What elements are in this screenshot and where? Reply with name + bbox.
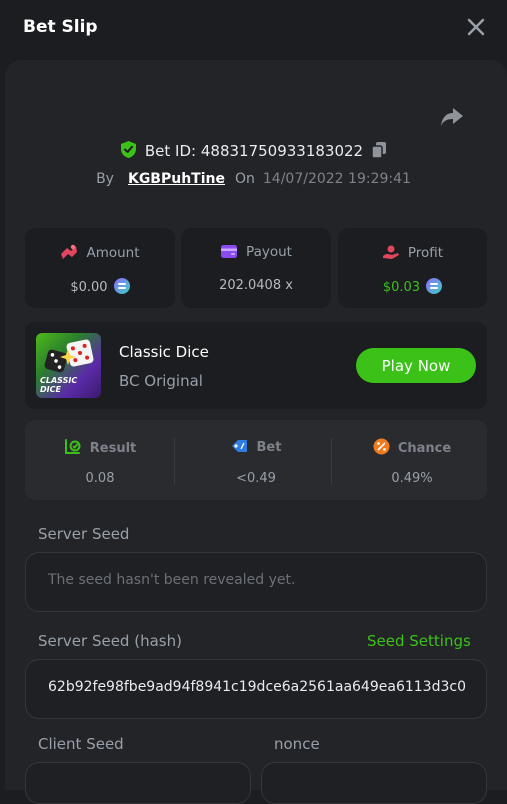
close-icon[interactable] [465, 16, 487, 38]
result-column: Result 0.08 [25, 420, 175, 500]
bet-column: Bet <0.49 [181, 420, 331, 500]
payout-label: Payout [181, 244, 331, 260]
game-provider: BC Original [119, 372, 203, 390]
username-link[interactable]: KGBPuhTine [128, 171, 225, 187]
divider [331, 438, 332, 484]
bet-id-row: Bet ID: 4883175093318302​2 [0, 140, 507, 160]
share-icon[interactable] [438, 105, 466, 129]
bet-date: 14/07/2022 19:29:41 [262, 171, 411, 187]
nonce-field[interactable] [261, 762, 487, 804]
server-seed-hash-value: 62b92fe98fbe9ad94f8941c19dce6a2561aa649e… [48, 679, 466, 695]
play-now-button[interactable]: Play Now [356, 348, 476, 383]
payout-value: 202.0408 x [219, 278, 293, 293]
bet-id-text: Bet ID: 4883175093318302​2 [144, 142, 364, 160]
profit-value: $0.03 [338, 278, 487, 295]
client-seed-label: Client Seed [38, 735, 124, 753]
bet-author-row: By KGBPuhTine On 14/07/2022 19:29:41 [0, 169, 507, 189]
bet-value: <0.49 [236, 471, 276, 486]
server-seed-field[interactable]: The seed hasn't been revealed yet. [25, 552, 487, 612]
profit-icon [382, 245, 399, 259]
result-value: 0.08 [85, 471, 115, 486]
server-seed-value: The seed hasn't been revealed yet. [48, 572, 296, 588]
payout-card: Payout 202.0408 x [181, 228, 331, 308]
thumb-text: CLASSIC DICE [40, 376, 78, 394]
game-card: CLASSIC DICE Classic Dice BC Original Pl… [25, 322, 487, 409]
server-seed-hash-label: Server Seed (hash) [38, 632, 182, 650]
nonce-label: nonce [274, 735, 320, 753]
amount-icon [61, 244, 78, 259]
result-card: Result 0.08 Bet <0.49 Chance 0.49% [25, 420, 487, 500]
amount-value: $0.00 [25, 278, 175, 295]
profit-label: Profit [338, 244, 487, 261]
client-seed-field[interactable] [25, 762, 251, 804]
bet-slip-title: Bet Slip [23, 17, 98, 37]
amount-card: Amount $0.00 [25, 228, 175, 308]
bet-tag-icon [231, 440, 247, 452]
chance-column: Chance 0.49% [337, 420, 487, 500]
profit-card: Profit $0.03 [338, 228, 487, 308]
by-label: By [96, 171, 114, 187]
server-seed-label: Server Seed [38, 525, 130, 543]
game-name: Classic Dice [119, 343, 209, 361]
result-label: Result [25, 438, 175, 456]
bet-label: Bet [181, 438, 331, 455]
server-seed-hash-field[interactable]: 62b92fe98fbe9ad94f8941c19dce6a2561aa649e… [25, 659, 487, 719]
wallet-icon [221, 245, 238, 258]
seed-settings-link[interactable]: Seed Settings [367, 632, 471, 650]
sol-coin-icon [426, 278, 443, 294]
amount-label: Amount [25, 244, 175, 261]
on-label: On [234, 171, 255, 187]
bet-slip-header: Bet Slip [0, 0, 507, 56]
shield-check-icon [120, 140, 137, 164]
chance-value: 0.49% [391, 471, 433, 486]
result-check-icon [64, 439, 81, 454]
divider [174, 438, 175, 484]
percent-icon [373, 438, 390, 455]
classic-dice-thumbnail[interactable]: CLASSIC DICE [36, 333, 101, 398]
copy-icon[interactable] [371, 141, 387, 164]
sol-coin-icon [113, 278, 130, 294]
chance-label: Chance [337, 438, 487, 456]
